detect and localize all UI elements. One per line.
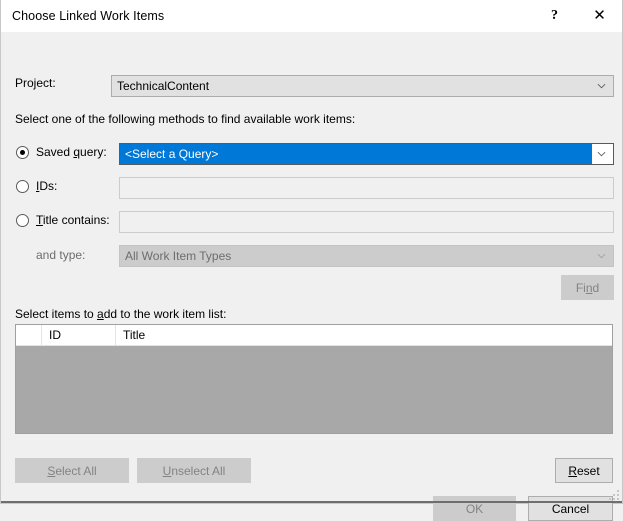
- cancel-button[interactable]: Cancel: [528, 496, 613, 521]
- ids-radio[interactable]: [16, 179, 29, 193]
- work-items-list[interactable]: ID Title: [15, 324, 613, 434]
- project-label: Project:: [15, 76, 56, 90]
- unselect-all-label: Unselect All: [162, 463, 226, 478]
- instructions-row: Select one of the following methods to f…: [15, 112, 355, 126]
- saved-query-label: Saved query:: [36, 145, 107, 159]
- ids-input[interactable]: [119, 177, 614, 199]
- column-header-id[interactable]: ID: [42, 325, 116, 345]
- ok-button[interactable]: OK: [433, 496, 516, 521]
- title-contains-input[interactable]: [119, 211, 614, 233]
- list-caption: Select items to add to the work item lis…: [15, 307, 227, 321]
- unselect-all-button[interactable]: Unselect All: [137, 458, 251, 483]
- find-button[interactable]: Find: [561, 275, 614, 300]
- chevron-down-icon: [597, 151, 606, 157]
- find-button-label: Find: [575, 280, 600, 295]
- reset-button[interactable]: Reset: [555, 458, 613, 483]
- saved-query-dropdown[interactable]: <Select a Query>: [119, 143, 614, 165]
- title-contains-label: Title contains:: [36, 213, 110, 227]
- and-type-label: and type:: [36, 248, 86, 262]
- title-bar-buttons: ? ✕: [532, 0, 622, 31]
- chevron-down-icon: [597, 253, 606, 259]
- resize-grip[interactable]: [607, 488, 619, 500]
- title-contains-radio[interactable]: [16, 213, 29, 227]
- saved-query-selected-value: <Select a Query>: [120, 144, 592, 164]
- column-header-checkbox[interactable]: [16, 325, 42, 345]
- window-bottom-edge: [1, 501, 622, 503]
- project-label-row: Project:: [15, 76, 56, 90]
- reset-label: Reset: [568, 463, 600, 478]
- close-icon: ✕: [593, 6, 606, 24]
- saved-query-radio[interactable]: [16, 145, 29, 159]
- select-all-label: Select All: [47, 463, 97, 478]
- instructions-text: Select one of the following methods to f…: [15, 112, 356, 126]
- dialog-body: Project: TechnicalContent Select one of …: [1, 32, 622, 521]
- list-header-row: ID Title: [16, 325, 612, 346]
- project-dropdown[interactable]: TechnicalContent: [111, 75, 614, 97]
- ids-label: IDs:: [36, 179, 58, 193]
- question-mark-icon: ?: [551, 7, 558, 23]
- chevron-down-icon: [597, 83, 606, 89]
- list-caption-row: Select items to add to the work item lis…: [15, 307, 226, 321]
- title-bar: Choose Linked Work Items ? ✕: [1, 0, 622, 32]
- ids-option[interactable]: IDs:: [16, 179, 57, 193]
- and-type-value: All Work Item Types: [125, 249, 232, 263]
- project-dropdown-value: TechnicalContent: [117, 79, 210, 93]
- close-button[interactable]: ✕: [577, 0, 622, 31]
- and-type-dropdown[interactable]: All Work Item Types: [119, 245, 614, 267]
- help-button[interactable]: ?: [532, 0, 577, 31]
- select-all-button[interactable]: Select All: [15, 458, 129, 483]
- window-title: Choose Linked Work Items: [12, 8, 165, 23]
- choose-linked-work-items-dialog: Choose Linked Work Items ? ✕ Project: Te…: [0, 0, 623, 521]
- and-type-label-row: and type:: [36, 248, 85, 262]
- column-header-title[interactable]: Title: [116, 325, 612, 345]
- list-body[interactable]: [16, 346, 612, 433]
- title-contains-option[interactable]: Title contains:: [16, 213, 110, 227]
- saved-query-option[interactable]: Saved query:: [16, 145, 107, 159]
